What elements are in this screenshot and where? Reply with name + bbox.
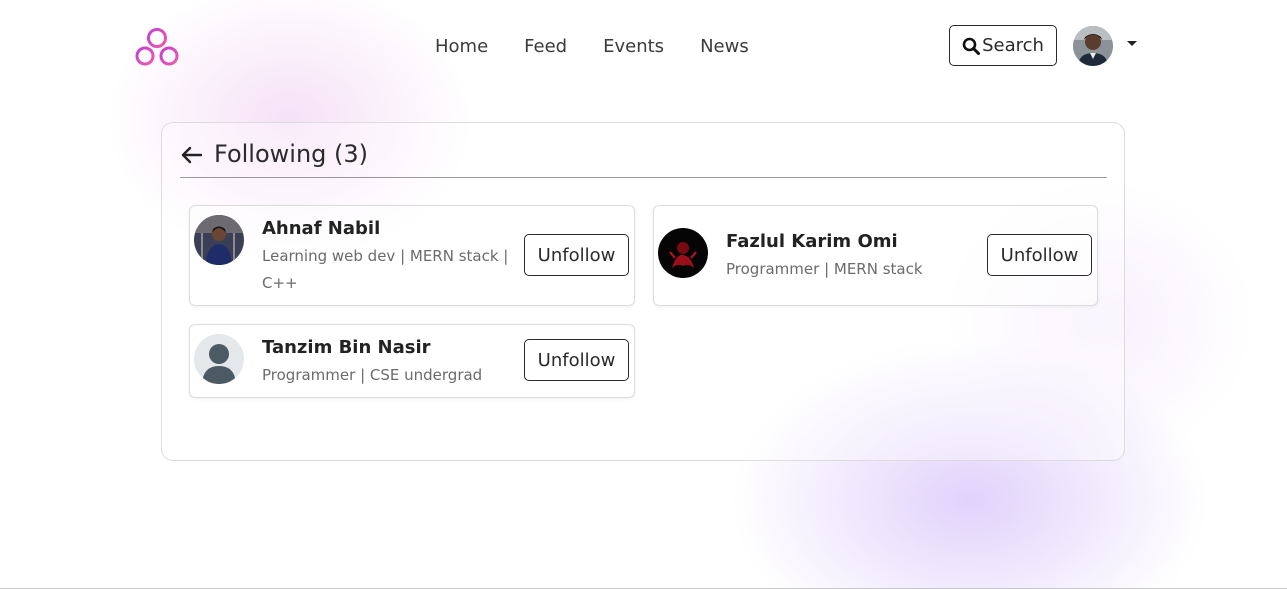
caret-down-icon[interactable] <box>1127 41 1137 46</box>
title-divider <box>180 177 1107 178</box>
person-name[interactable]: Tanzim Bin Nasir <box>262 336 431 360</box>
nav-news[interactable]: News <box>700 35 749 59</box>
person-bio: Programmer | CSE undergrad <box>262 366 483 384</box>
unfollow-button[interactable]: Unfollow <box>524 234 629 276</box>
nav-feed[interactable]: Feed <box>524 35 567 59</box>
unfollow-button[interactable]: Unfollow <box>524 339 629 381</box>
person-bio: Learning web dev | MERN stack | C++ <box>262 247 509 292</box>
arrow-left-icon[interactable] <box>180 145 202 165</box>
search-button[interactable]: Search <box>949 25 1057 66</box>
main-nav: Home Feed Events News <box>435 35 749 59</box>
avatar[interactable] <box>194 215 244 265</box>
search-label: Search <box>982 35 1044 56</box>
default-avatar-icon[interactable] <box>194 334 244 384</box>
person-name[interactable]: Ahnaf Nabil <box>262 217 380 241</box>
search-icon <box>962 37 981 55</box>
person-bio: Programmer | MERN stack <box>726 260 923 278</box>
person-name[interactable]: Fazlul Karim Omi <box>726 230 898 254</box>
avatar[interactable] <box>658 228 708 278</box>
nav-home[interactable]: Home <box>435 35 488 59</box>
page-title: Following (3) <box>214 140 369 168</box>
nav-events[interactable]: Events <box>603 35 664 59</box>
unfollow-button[interactable]: Unfollow <box>987 234 1092 276</box>
app-logo-icon[interactable] <box>135 25 181 67</box>
profile-avatar[interactable] <box>1073 26 1113 66</box>
